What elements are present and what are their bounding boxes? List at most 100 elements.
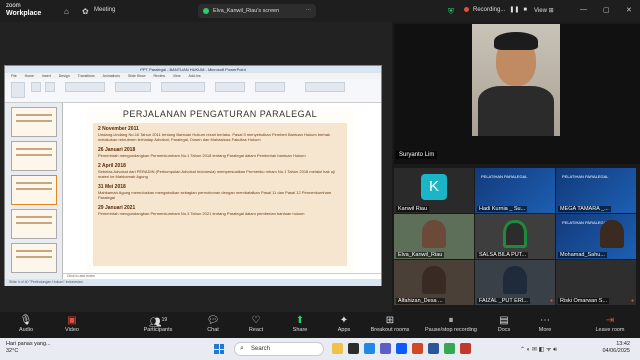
participant-person <box>503 266 527 294</box>
paragraph-controls[interactable] <box>115 82 151 92</box>
speaker-body <box>478 86 554 136</box>
home-icon[interactable]: ⌂ <box>64 7 69 16</box>
powerpoint-icon[interactable] <box>412 343 423 354</box>
recording-label: Recording... <box>473 6 506 13</box>
paste-icon[interactable] <box>11 82 25 98</box>
stop-icon[interactable]: ■ <box>523 7 527 13</box>
windows-taskbar: Hari panas yang... 32°C ⌕ Search ⌃ ◐ ✉ ◧… <box>0 338 640 360</box>
shield-icon[interactable]: ⛨ <box>448 7 454 17</box>
participant-name: Alfahizan_Desa ... <box>396 298 445 304</box>
view-label: View <box>534 8 547 14</box>
entry-text: Mahkamah Agung memutuskan mengabulkan se… <box>98 190 332 200</box>
entry-text: Pemerintah mengundangkan Permenkumham No… <box>98 211 305 216</box>
timeline-entry: 31 Mei 2018 Mahkamah Agung memutuskan me… <box>98 184 342 200</box>
ppt-status-bar: Slide 4 of 40 "Perlindungan Hukum" Indon… <box>5 279 381 286</box>
word-icon[interactable] <box>428 343 439 354</box>
view-button[interactable]: View ⊞ <box>534 7 554 14</box>
meeting-label: Meeting <box>94 7 116 13</box>
search-icon: ⌕ <box>240 345 244 352</box>
font-selector[interactable] <box>65 82 105 92</box>
time: 13:42 <box>616 341 630 347</box>
participant-person <box>422 220 446 248</box>
participant-tile[interactable]: K Kanwil Riau <box>394 168 474 213</box>
windows-start-icon[interactable] <box>214 344 224 354</box>
entry-text: Undang-Undang No.16 Tahun 2011 tentang B… <box>98 132 330 142</box>
app-icon[interactable] <box>348 343 359 354</box>
breakout-rooms-button[interactable]: ⊞ Breakout rooms <box>364 314 416 333</box>
more-icon[interactable]: ⋯ <box>306 8 312 14</box>
ribbon-button[interactable] <box>45 82 55 92</box>
editing-group[interactable] <box>305 82 345 92</box>
participant-name: Elva_Kanwil_Riau <box>396 252 445 258</box>
active-speaker-video[interactable]: Suryanto Lim <box>394 24 640 164</box>
participants-count: 19 <box>161 317 168 323</box>
slide-thumbnail[interactable] <box>11 209 57 239</box>
participants-button[interactable]: 👥︎19 Participants <box>132 314 184 333</box>
zoom-icon[interactable] <box>396 343 407 354</box>
ribbon-button[interactable] <box>31 82 41 92</box>
record-button[interactable]: ⏸ Pause/stop recording <box>416 314 486 333</box>
speaker-name: Suryanto Lim <box>396 151 438 159</box>
file-explorer-icon[interactable] <box>332 343 343 354</box>
product-text: Workplace <box>6 10 42 17</box>
apps-label: Apps <box>337 327 351 333</box>
close-icon[interactable]: ✕ <box>626 6 632 14</box>
react-label: React <box>248 327 264 333</box>
weather-text: Hari panas yang... <box>6 341 51 347</box>
weather-widget[interactable]: Hari panas yang... 32°C <box>6 341 51 355</box>
audio-button[interactable]: 🎙︎ Audio <box>0 314 52 333</box>
video-off-icon: ▣ <box>67 315 77 326</box>
banner-text: PELATIHAN PARALEGAL <box>481 174 528 179</box>
avatar: K <box>421 174 447 200</box>
more-button[interactable]: ⋯ More <box>519 314 571 333</box>
leave-button[interactable]: ⇥ Leave room <box>584 314 636 333</box>
slide-thumbnail[interactable] <box>11 141 57 171</box>
speaker-hair <box>494 32 538 50</box>
participant-tile[interactable]: Elva_Kanwil_Riau <box>394 214 474 259</box>
mic-muted-icon: ● <box>549 298 553 304</box>
timeline-entry: 29 Januari 2021 Pemerintah mengundangkan… <box>98 205 342 216</box>
participant-name: MEGA TAMARA _... <box>558 206 611 212</box>
store-icon[interactable] <box>380 343 391 354</box>
acrobat-icon[interactable] <box>460 343 471 354</box>
clock[interactable]: 13:42 04/06/2025 <box>590 341 630 355</box>
participant-tile[interactable]: Alfahizan_Desa ... <box>394 260 474 305</box>
slide-canvas[interactable]: PERJALANAN PENGATURAN PARALEGAL 2 Novemb… <box>87 107 353 273</box>
timeline-entry: 26 Januari 2018 Pemerintah mengundangkan… <box>98 147 342 158</box>
leave-icon: ⇥ <box>605 315 615 326</box>
meeting-toolbar: 🎙︎ Audio ▣ Video 👥︎19 Participants 💬︎ Ch… <box>0 312 640 338</box>
apps-button[interactable]: ✦ Apps <box>318 314 370 333</box>
participant-tile[interactable]: PELATIHAN PARALEGAL Mohamad_Sahu... <box>556 214 636 259</box>
participant-tile[interactable]: PELATIHAN PARALEGAL Hadi Kurnia _ Su... <box>475 168 555 213</box>
chrome-icon[interactable] <box>444 343 455 354</box>
slide-thumbnail-active[interactable] <box>11 175 57 205</box>
mic-muted-icon: ● <box>630 298 634 304</box>
slide-thumbnail[interactable] <box>11 243 57 273</box>
pause-record-icon: ⏸ <box>448 315 454 326</box>
slide-thumbnail[interactable] <box>11 107 57 137</box>
edge-icon[interactable] <box>364 343 375 354</box>
participant-name: Hadi Kurnia _ Su... <box>477 206 528 212</box>
maximize-icon[interactable]: ▢ <box>603 6 610 14</box>
participant-tile[interactable]: FAIZAL _PUT ERI... ● <box>475 260 555 305</box>
arrange-button[interactable] <box>215 82 245 92</box>
drawing-shapes[interactable] <box>161 82 205 92</box>
participant-person <box>422 266 446 294</box>
system-tray[interactable]: ⌃ ◐ ✉ ◧ ᯤ 🔊︎ <box>520 345 557 354</box>
minimize-icon[interactable]: — <box>580 6 587 13</box>
participants-icon: 👥︎19 <box>148 317 168 329</box>
participant-tile[interactable]: SALSA BILA PUT... <box>475 214 555 259</box>
leave-label: Leave room <box>595 327 625 333</box>
record-dot-icon <box>464 7 469 12</box>
entry-text: Pemerintah mengundangkan Permenkumham No… <box>98 153 306 158</box>
share-label: Elva_Kanwil_Riau's screen <box>213 8 280 14</box>
participant-tile[interactable]: Riski Omarwan S... ● <box>556 260 636 305</box>
screen-share-indicator[interactable]: Elva_Kanwil_Riau's screen ⋯ <box>198 4 316 18</box>
participant-tile[interactable]: PELATIHAN PARALEGAL MEGA TAMARA _... <box>556 168 636 213</box>
participant-name: Riski Omarwan S... <box>558 298 610 304</box>
ppt-title-bar: PPT Paralegal - BANTUAN HUKUM - Microsof… <box>5 66 381 73</box>
pause-icon[interactable]: ❚❚ <box>509 6 519 13</box>
quick-styles-button[interactable] <box>255 82 285 92</box>
taskbar-search[interactable]: ⌕ Search <box>234 342 324 356</box>
video-button[interactable]: ▣ Video <box>46 314 98 333</box>
